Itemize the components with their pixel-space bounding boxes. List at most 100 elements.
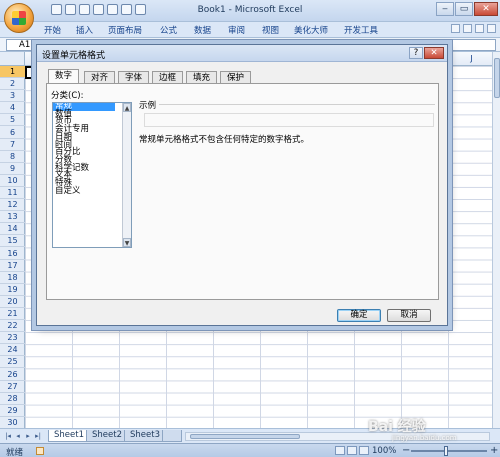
tab-review[interactable]: 审阅 [228, 24, 245, 36]
row-header[interactable]: 19 [0, 284, 25, 296]
macro-record-icon[interactable] [36, 447, 44, 455]
view-buttons [335, 446, 369, 455]
prev-sheet-icon[interactable]: ◂ [14, 432, 22, 440]
status-ready: 就绪 [6, 448, 24, 457]
category-list[interactable]: 常规 数值 货币 会计专用 日期 时间 百分比 分数 科学记数 文本 特殊 自定… [52, 102, 132, 248]
row-header[interactable]: 11 [0, 187, 25, 200]
ribbon-close-icon[interactable] [487, 24, 496, 33]
row-header[interactable]: 20 [0, 296, 25, 308]
watermark-url: jingyan.baidu.com [392, 434, 457, 442]
row-header[interactable]: 26 [0, 369, 25, 381]
window-title: Book1 - Microsoft Excel [197, 5, 303, 15]
close-button[interactable]: ✕ [474, 2, 498, 16]
maximize-button[interactable]: ▭ [455, 2, 473, 16]
sheet-tab-2[interactable]: Sheet2 [86, 430, 128, 442]
row-header[interactable]: 30 [0, 417, 25, 428]
title-bar: Book1 - Microsoft Excel ‒ ▭ ✕ [0, 0, 500, 33]
cancel-button[interactable]: 取消 [387, 309, 431, 322]
help-icon[interactable] [451, 24, 460, 33]
row-header[interactable]: 10 [0, 175, 25, 187]
tab-view[interactable]: 视图 [262, 24, 279, 36]
baidu-jingyan-watermark: Bai 经验 jingyan.baidu.com [368, 416, 457, 442]
zoom-slider-thumb[interactable] [444, 446, 448, 456]
ribbon-minimize-icon[interactable] [463, 24, 472, 33]
row-header[interactable]: 3 [0, 90, 25, 103]
next-sheet-icon[interactable]: ▸ [24, 432, 32, 440]
row-header[interactable]: 2 [0, 78, 25, 91]
row-header[interactable]: 24 [0, 344, 25, 357]
dialog-close-button[interactable]: ✕ [424, 47, 444, 59]
sheet-tab-3[interactable]: Sheet3 [124, 430, 166, 442]
row-header[interactable]: 23 [0, 332, 25, 345]
ribbon-restore-icon[interactable] [475, 24, 484, 33]
zoom-out-button[interactable]: − [402, 445, 410, 456]
row-header[interactable]: 21 [0, 308, 25, 321]
sheet-tab-1[interactable]: Sheet1 [48, 430, 90, 442]
row-header[interactable]: 5 [0, 114, 25, 127]
scroll-down-icon[interactable]: ▼ [123, 238, 131, 247]
format-description: 常规单元格格式不包含任何特定的数字格式。 [139, 135, 310, 145]
tab-formulas[interactable]: 公式 [160, 24, 177, 36]
ribbon-tabs: 开始 插入 页面布局 公式 数据 审阅 视图 美化大师 开发工具 [0, 22, 500, 38]
window-controls: ‒ ▭ ✕ [436, 2, 498, 16]
office-button[interactable] [4, 3, 34, 33]
row-header[interactable]: 7 [0, 139, 25, 151]
category-label: 分类(C): [51, 91, 84, 101]
row-header[interactable]: 22 [0, 320, 25, 333]
zoom-slider[interactable] [411, 450, 487, 452]
row-header[interactable]: 29 [0, 405, 25, 417]
scroll-up-icon[interactable]: ▲ [123, 103, 131, 112]
ok-button[interactable]: 确定 [337, 309, 381, 322]
row-header[interactable]: 15 [0, 235, 25, 248]
vertical-scrollbar[interactable] [492, 52, 500, 428]
insert-sheet-icon[interactable] [162, 430, 182, 442]
row-header[interactable]: 16 [0, 248, 25, 260]
row-header[interactable]: 8 [0, 151, 25, 163]
zoom-in-button[interactable]: + [490, 445, 498, 456]
row-header[interactable]: 6 [0, 127, 25, 139]
page-layout-view-icon[interactable] [347, 446, 357, 455]
column-header-j[interactable]: J [448, 54, 495, 63]
last-sheet-icon[interactable]: ▸| [34, 432, 42, 440]
sample-group-line [139, 104, 435, 105]
row-headers: 1 2 3 4 5 6 7 8 9 10 11 12 13 14 15 16 17 18 19 20 21 22 23 24 2… [0, 66, 25, 428]
tab-page-layout[interactable]: 页面布局 [108, 24, 142, 36]
tab-data[interactable]: 数据 [194, 24, 211, 36]
minimize-button[interactable]: ‒ [436, 2, 454, 16]
row-header[interactable]: 25 [0, 356, 25, 369]
vertical-scroll-thumb[interactable] [494, 58, 500, 98]
ribbon-help-controls [451, 24, 496, 33]
format-cells-dialog: 设置单元格格式 ? ✕ 数字 对齐 字体 边框 填充 保护 分类(C): 常规 … [36, 44, 448, 326]
tab-insert[interactable]: 插入 [76, 24, 93, 36]
office-logo-icon [12, 11, 26, 25]
tab-developer[interactable]: 开发工具 [344, 24, 378, 36]
tab-home[interactable]: 开始 [44, 24, 61, 36]
row-header[interactable]: 18 [0, 272, 25, 284]
row-header[interactable]: 28 [0, 393, 25, 405]
dialog-title: 设置单元格格式 [42, 51, 106, 61]
normal-view-icon[interactable] [335, 446, 345, 455]
category-list-scrollbar[interactable]: ▲ ▼ [122, 103, 131, 247]
row-header[interactable]: 4 [0, 102, 25, 115]
row-header[interactable]: 13 [0, 211, 25, 224]
row-header[interactable]: 17 [0, 260, 25, 272]
number-tab-panel: 分类(C): 常规 数值 货币 会计专用 日期 时间 百分比 分数 科学记数 文… [46, 83, 439, 300]
tab-beautify-master[interactable]: 美化大师 [294, 24, 328, 36]
zoom-level[interactable]: 100% [372, 446, 396, 456]
row-header[interactable]: 12 [0, 199, 25, 212]
page-break-view-icon[interactable] [359, 446, 369, 455]
row-header[interactable]: 1 [0, 66, 25, 79]
dialog-title-bar[interactable]: 设置单元格格式 ? ✕ [37, 45, 447, 62]
status-bar: 就绪 100% − + [0, 443, 500, 457]
sheet-nav: |◂ ◂ ▸ ▸| [4, 432, 42, 440]
sample-label: 示例 [139, 99, 160, 111]
dialog-help-button[interactable]: ? [409, 47, 423, 59]
row-header[interactable]: 9 [0, 163, 25, 175]
select-all-corner[interactable] [0, 52, 25, 66]
horizontal-scroll-thumb[interactable] [190, 434, 300, 439]
first-sheet-icon[interactable]: |◂ [4, 432, 12, 440]
row-header[interactable]: 27 [0, 381, 25, 393]
sample-preview [144, 113, 434, 127]
row-header[interactable]: 14 [0, 223, 25, 236]
category-item-custom[interactable]: 自定义 [53, 187, 131, 196]
